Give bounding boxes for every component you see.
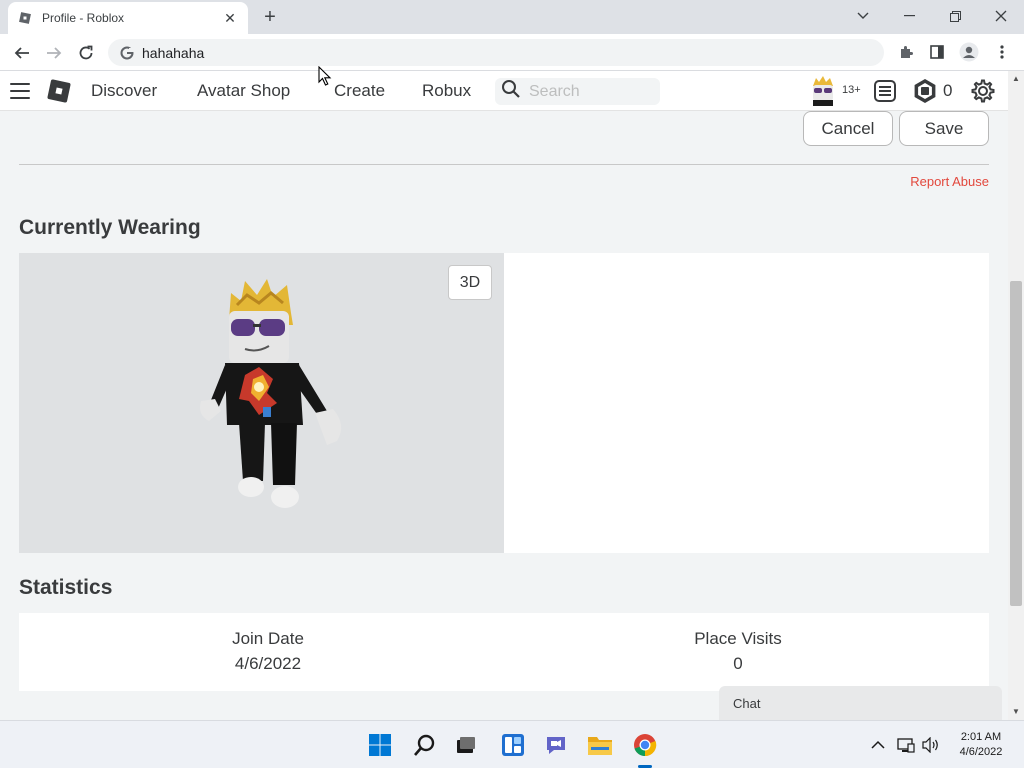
hamburger-icon[interactable] [10, 83, 30, 99]
nav-create[interactable]: Create [334, 81, 385, 101]
windows-start-icon[interactable] [364, 729, 396, 761]
save-button[interactable]: Save [899, 111, 989, 146]
search-box [495, 78, 660, 105]
page-scrollbar[interactable]: ▲ ▼ [1008, 71, 1024, 720]
puzzle-icon[interactable] [896, 42, 916, 62]
minimize-button[interactable] [886, 4, 932, 28]
list-icon[interactable] [872, 78, 898, 104]
avatar-viewer[interactable]: 3D [19, 253, 504, 553]
teams-chat-icon[interactable] [540, 729, 572, 761]
stat-value: 0 [733, 654, 743, 673]
scroll-up-arrow-icon[interactable]: ▲ [1008, 71, 1024, 87]
windows-taskbar: 2:01 AM 4/6/2022 [0, 720, 1024, 768]
tab-title: Profile - Roblox [42, 11, 125, 25]
widgets-icon[interactable] [497, 729, 529, 761]
currently-wearing-title: Currently Wearing [19, 216, 201, 239]
stat-place-visits: Place Visits 0 [638, 629, 838, 674]
google-g-icon [120, 46, 134, 60]
roblox-favicon-icon [18, 11, 32, 25]
clock-time: 2:01 AM [960, 731, 1002, 743]
statistics-title: Statistics [19, 576, 113, 599]
new-tab-button[interactable]: + [258, 6, 282, 28]
statistics-panel: Join Date 4/6/2022 Place Visits 0 [19, 613, 989, 691]
tab-search-chevron-icon[interactable] [840, 4, 886, 28]
toggle-3d-button[interactable]: 3D [448, 265, 492, 300]
clock-date: 4/6/2022 [959, 746, 1003, 758]
file-explorer-icon[interactable] [584, 729, 616, 761]
roblox-logo-icon[interactable] [47, 79, 71, 103]
arrow-right-icon[interactable] [42, 41, 66, 65]
address-text: hahahaha [142, 44, 205, 61]
age-badge: 13+ [842, 84, 861, 96]
avatar-image [200, 279, 342, 508]
browser-tab[interactable]: Profile - Roblox ✕ [8, 2, 248, 34]
volume-icon[interactable] [922, 736, 940, 754]
taskbar-search-icon[interactable] [409, 729, 441, 761]
network-icon[interactable] [897, 736, 915, 754]
chat-bar[interactable]: Chat [719, 686, 1002, 720]
stat-value: 4/6/2022 [234, 654, 302, 673]
search-input[interactable] [529, 82, 649, 101]
section-divider [19, 164, 989, 165]
cancel-button[interactable]: Cancel [803, 111, 893, 146]
address-bar[interactable]: hahahaha [108, 39, 884, 66]
robux-count[interactable]: 0 [943, 81, 952, 101]
browser-toolbar: hahahaha [0, 34, 1024, 71]
scroll-thumb[interactable] [1010, 281, 1022, 606]
kebab-menu-icon[interactable] [992, 42, 1012, 62]
taskbar-clock[interactable]: 2:01 AM 4/6/2022 [950, 730, 1012, 760]
header-avatar[interactable] [810, 76, 836, 106]
nav-discover[interactable]: Discover [91, 81, 157, 101]
close-window-button[interactable] [978, 4, 1024, 28]
site-header: Discover Avatar Shop Create Robux 13+ 0 [0, 71, 1008, 111]
report-abuse-link[interactable]: Report Abuse [910, 174, 989, 189]
reload-icon[interactable] [74, 41, 98, 65]
arrow-left-icon[interactable] [10, 41, 34, 65]
tab-close-icon[interactable]: ✕ [222, 10, 238, 27]
chevron-up-icon[interactable] [869, 736, 887, 754]
side-panel-icon[interactable] [927, 42, 947, 62]
chrome-icon[interactable] [629, 729, 661, 761]
profile-icon[interactable] [959, 42, 979, 62]
stat-label: Join Date [232, 629, 304, 648]
browser-tabstrip: Profile - Roblox ✕ + [0, 0, 1024, 34]
stat-join-date: Join Date 4/6/2022 [168, 629, 368, 674]
task-view-icon[interactable] [450, 729, 482, 761]
search-icon[interactable] [501, 79, 521, 104]
nav-avatar-shop[interactable]: Avatar Shop [197, 81, 290, 101]
nav-robux[interactable]: Robux [422, 81, 471, 101]
mouse-cursor-icon [318, 66, 332, 86]
gear-icon[interactable] [970, 78, 996, 104]
robux-icon[interactable] [912, 78, 938, 104]
stat-label: Place Visits [694, 629, 782, 648]
currently-wearing-panel: 3D [19, 253, 989, 553]
scroll-down-arrow-icon[interactable]: ▼ [1008, 704, 1024, 720]
restore-button[interactable] [932, 4, 978, 28]
